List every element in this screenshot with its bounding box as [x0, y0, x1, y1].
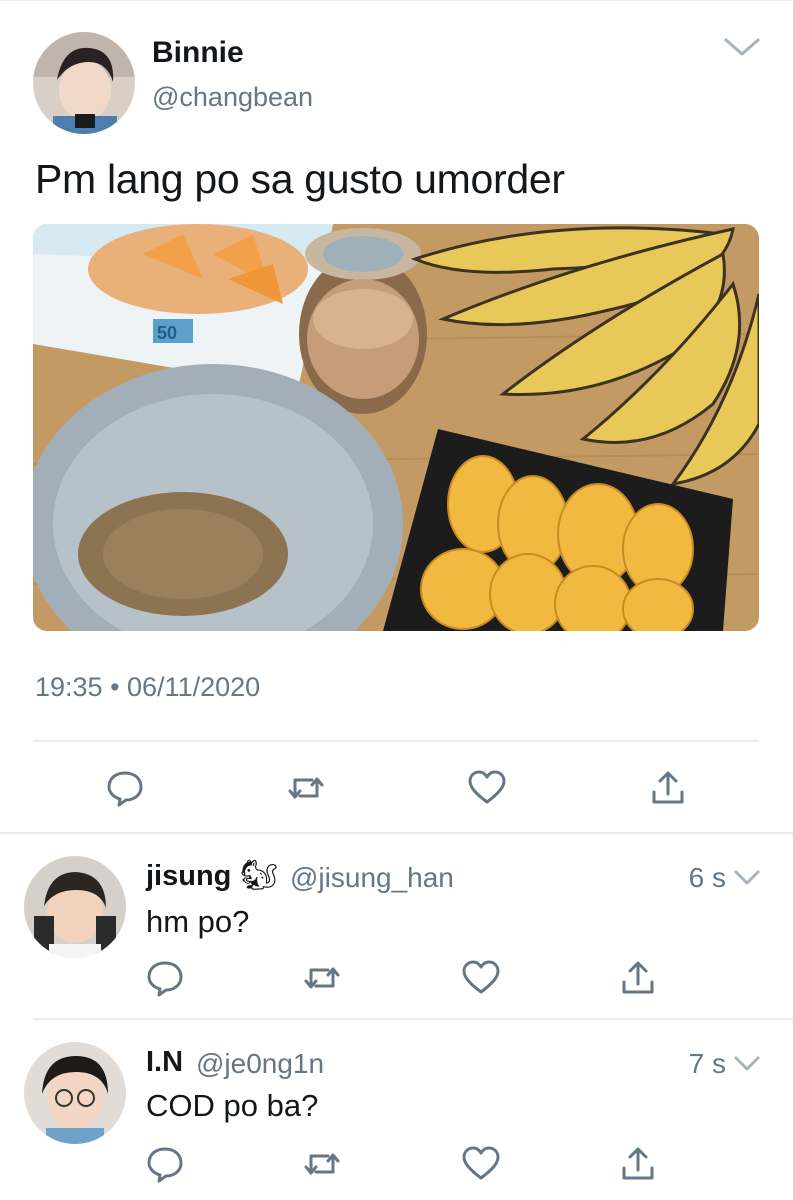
- squirrel-icon: 🐿: [240, 859, 279, 892]
- price-label: 50: [157, 323, 177, 343]
- chevron-down-icon[interactable]: [733, 1054, 761, 1074]
- like-icon[interactable]: [461, 1144, 501, 1184]
- divider: [33, 740, 759, 742]
- chevron-down-icon[interactable]: [722, 34, 762, 62]
- reply-handle[interactable]: @jisung_han: [290, 862, 454, 894]
- reply-handle[interactable]: @je0ng1n: [196, 1048, 324, 1080]
- share-icon[interactable]: [618, 958, 658, 998]
- divider: [33, 1018, 793, 1020]
- display-name[interactable]: Binnie: [152, 36, 244, 70]
- handle[interactable]: @changbean: [152, 82, 313, 113]
- reply-display-name[interactable]: jisung: [146, 860, 231, 893]
- tweet-image[interactable]: 50: [33, 224, 759, 631]
- avatar[interactable]: [24, 856, 126, 958]
- share-icon[interactable]: [648, 768, 688, 808]
- avatar[interactable]: [33, 32, 135, 134]
- avatar[interactable]: [24, 1042, 126, 1144]
- reply-icon[interactable]: [105, 768, 145, 808]
- reply-icon[interactable]: [145, 958, 185, 998]
- reply-text: COD po ba?: [146, 1088, 319, 1123]
- reply-icon[interactable]: [145, 1144, 185, 1184]
- tweet-text: Pm lang po sa gusto umorder: [35, 156, 565, 202]
- top-divider: [0, 0, 793, 1]
- like-icon[interactable]: [461, 958, 501, 998]
- divider: [0, 832, 793, 834]
- retweet-icon[interactable]: [302, 1144, 342, 1184]
- share-icon[interactable]: [618, 1144, 658, 1184]
- chevron-down-icon[interactable]: [733, 868, 761, 888]
- reply-text: hm po?: [146, 904, 250, 939]
- retweet-icon[interactable]: [302, 958, 342, 998]
- reply-time: 7 s: [688, 1048, 726, 1079]
- milk-can: [299, 228, 427, 414]
- tweet-timestamp[interactable]: 19:35 • 06/11/2020: [35, 672, 260, 703]
- reply-time: 6 s: [688, 862, 726, 893]
- reply-display-name[interactable]: I.N: [146, 1046, 183, 1079]
- retweet-icon[interactable]: [286, 768, 326, 808]
- like-icon[interactable]: [467, 768, 507, 808]
